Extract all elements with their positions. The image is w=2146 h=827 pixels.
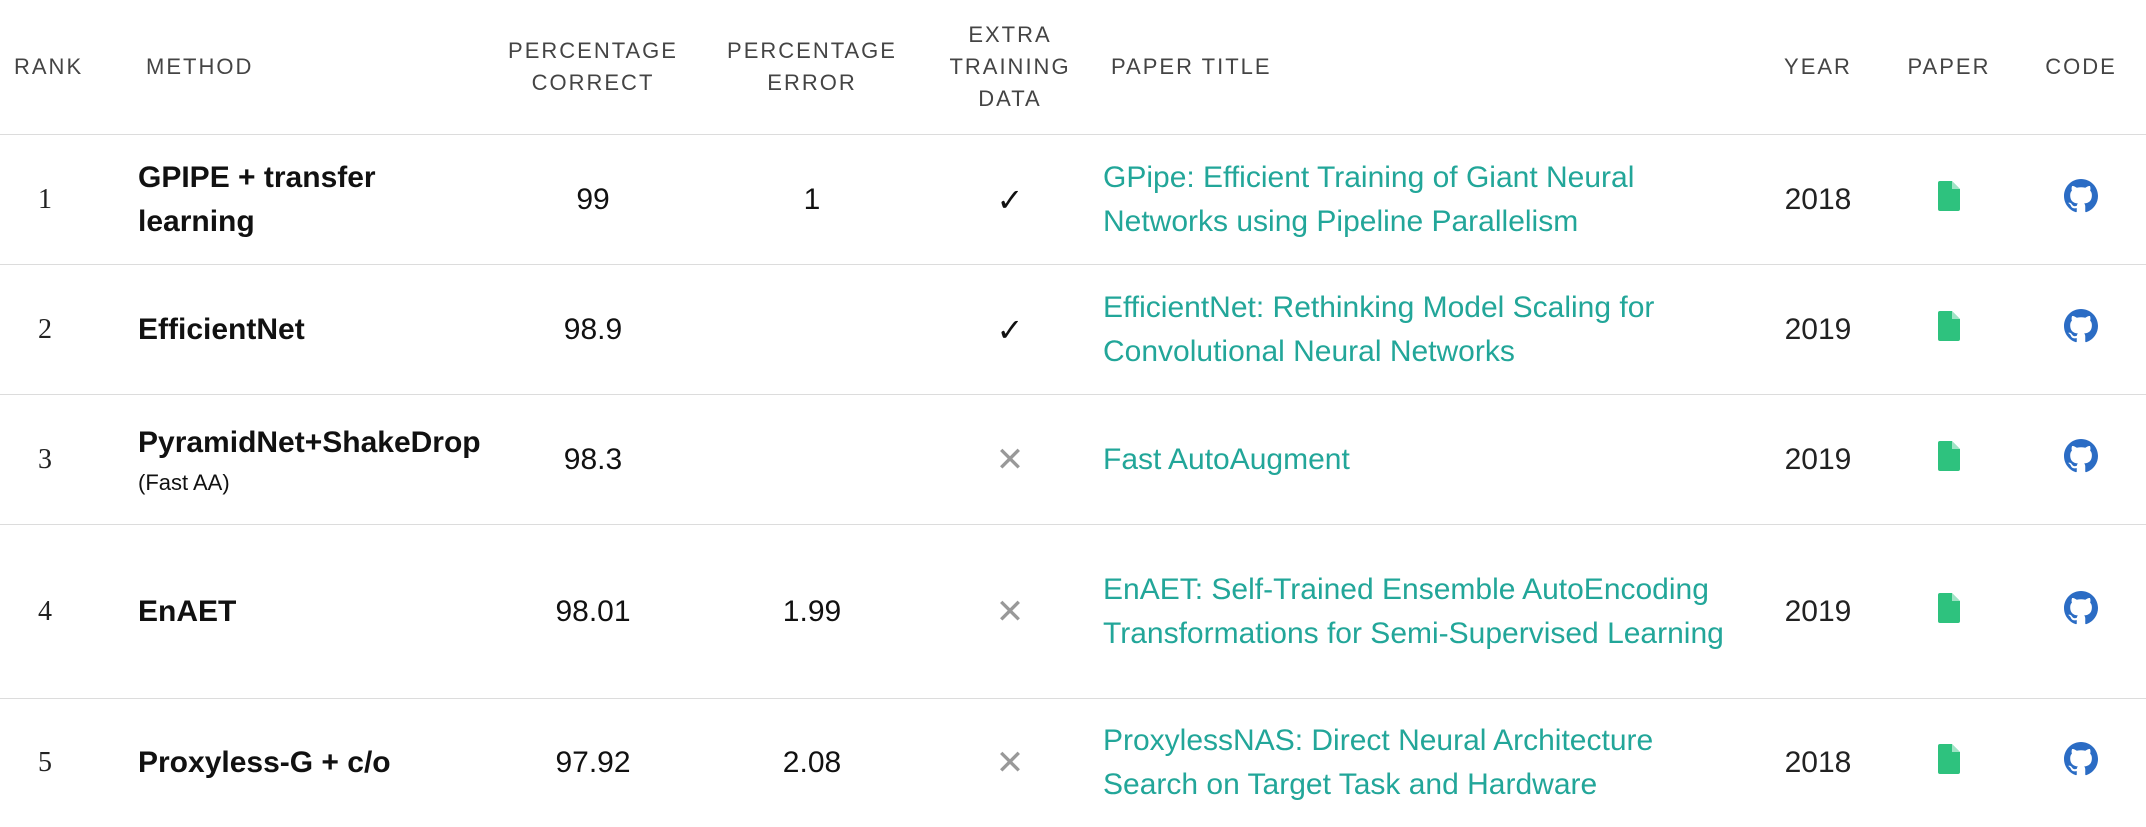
paper-title-cell: GPipe: Efficient Training of Giant Neura…	[1099, 135, 1754, 265]
method-cell: EnAET	[128, 525, 483, 699]
percentage-correct-cell: 97.92	[555, 745, 631, 779]
header-code: CODE	[2045, 54, 2117, 79]
paper-link-cell	[1882, 135, 2016, 265]
rank-cell: 5	[38, 746, 52, 778]
method-cell: PyramidNet+ShakeDrop (Fast AA)	[128, 395, 483, 525]
rank-cell: 3	[38, 443, 52, 475]
github-icon[interactable]	[2064, 438, 2098, 481]
code-link-cell	[2016, 265, 2146, 395]
year-cell: 2019	[1784, 312, 1852, 346]
github-icon[interactable]	[2064, 178, 2098, 221]
percentage-correct-cell: 98.9	[563, 312, 623, 346]
paper-title-link[interactable]: Fast AutoAugment	[1103, 438, 1754, 482]
percentage-correct-cell: 99	[576, 182, 610, 216]
year-cell: 2019	[1784, 442, 1852, 476]
method-cell: EfficientNet	[128, 265, 483, 395]
paper-file-icon[interactable]	[1938, 743, 1960, 782]
method-cell: GPIPE + transfer learning	[128, 135, 483, 265]
header-paper-title[interactable]: PAPER TITLE	[1099, 0, 1754, 135]
rank-cell: 1	[38, 183, 52, 215]
extra-data-check-icon: ✓	[996, 181, 1024, 218]
percentage-error-cell: 1.99	[782, 594, 842, 628]
rank-cell: 4	[38, 595, 52, 627]
table-row: 4 EnAET 98.01 1.99 ✕ EnAET: Self-Trained…	[0, 525, 2146, 699]
table-header-row: RANK METHOD PERCENTAGE CORRECT PERCENTAG…	[0, 0, 2146, 135]
github-icon[interactable]	[2064, 741, 2098, 784]
percentage-error-cell: 1	[803, 182, 821, 216]
extra-data-cross-icon: ✕	[995, 592, 1025, 631]
code-link-cell	[2016, 525, 2146, 699]
table-row: 5 Proxyless-G + c/o 97.92 2.08 ✕ Proxyle…	[0, 699, 2146, 827]
paper-title-cell: EfficientNet: Rethinking Model Scaling f…	[1099, 265, 1754, 395]
percentage-error-cell	[703, 395, 921, 525]
leaderboard-table: RANK METHOD PERCENTAGE CORRECT PERCENTAG…	[0, 0, 2146, 827]
percentage-correct-cell: 98.01	[555, 594, 631, 628]
extra-data-cross-icon: ✕	[995, 743, 1025, 782]
paper-link-cell	[1882, 699, 2016, 827]
percentage-error-cell: 2.08	[782, 745, 842, 779]
header-percentage-correct[interactable]: PERCENTAGE CORRECT	[483, 0, 703, 135]
extra-data-cross-icon: ✕	[995, 440, 1025, 479]
paper-link-cell	[1882, 395, 2016, 525]
table-row: 2 EfficientNet 98.9 ✓ EfficientNet: Reth…	[0, 265, 2146, 395]
leaderboard: RANK METHOD PERCENTAGE CORRECT PERCENTAG…	[0, 0, 2146, 827]
paper-title-cell: Fast AutoAugment	[1099, 395, 1754, 525]
method-name: GPIPE + transfer learning	[138, 160, 376, 238]
paper-title-link[interactable]: GPipe: Efficient Training of Giant Neura…	[1103, 156, 1754, 244]
header-percentage-error[interactable]: PERCENTAGE ERROR	[703, 0, 921, 135]
paper-title-link[interactable]: EfficientNet: Rethinking Model Scaling f…	[1103, 286, 1754, 374]
year-cell: 2018	[1784, 745, 1852, 779]
header-year[interactable]: YEAR	[1754, 0, 1882, 135]
header-rank[interactable]: RANK	[0, 0, 128, 135]
year-cell: 2018	[1784, 182, 1852, 216]
code-link-cell	[2016, 395, 2146, 525]
paper-title-cell: EnAET: Self-Trained Ensemble AutoEncodin…	[1099, 525, 1754, 699]
paper-file-icon[interactable]	[1938, 180, 1960, 219]
paper-file-icon[interactable]	[1938, 440, 1960, 479]
github-icon[interactable]	[2064, 590, 2098, 633]
code-link-cell	[2016, 699, 2146, 827]
header-extra-training-data[interactable]: EXTRA TRAINING DATA	[921, 0, 1099, 135]
method-name: PyramidNet+ShakeDrop	[138, 425, 481, 459]
table-row: 1 GPIPE + transfer learning 99 1 ✓ GPipe…	[0, 135, 2146, 265]
github-icon[interactable]	[2064, 308, 2098, 351]
method-subtitle: (Fast AA)	[138, 469, 230, 495]
paper-title-cell: ProxylessNAS: Direct Neural Architecture…	[1099, 699, 1754, 827]
header-method[interactable]: METHOD	[128, 0, 483, 135]
paper-file-icon[interactable]	[1938, 310, 1960, 349]
year-cell: 2019	[1784, 594, 1852, 628]
method-name: EnAET	[138, 594, 237, 628]
percentage-correct-cell: 98.3	[563, 442, 623, 476]
paper-link-cell	[1882, 525, 2016, 699]
paper-title-link[interactable]: EnAET: Self-Trained Ensemble AutoEncodin…	[1103, 568, 1754, 656]
method-cell: Proxyless-G + c/o	[128, 699, 483, 827]
paper-title-link[interactable]: ProxylessNAS: Direct Neural Architecture…	[1103, 719, 1754, 807]
extra-data-check-icon: ✓	[996, 311, 1024, 348]
method-name: EfficientNet	[138, 312, 305, 346]
rank-cell: 2	[38, 313, 52, 345]
table-row: 3 PyramidNet+ShakeDrop (Fast AA) 98.3 ✕ …	[0, 395, 2146, 525]
paper-link-cell	[1882, 265, 2016, 395]
header-paper: PAPER	[1907, 54, 1991, 79]
percentage-error-cell	[703, 265, 921, 395]
method-name: Proxyless-G + c/o	[138, 745, 391, 779]
code-link-cell	[2016, 135, 2146, 265]
paper-file-icon[interactable]	[1938, 592, 1960, 631]
